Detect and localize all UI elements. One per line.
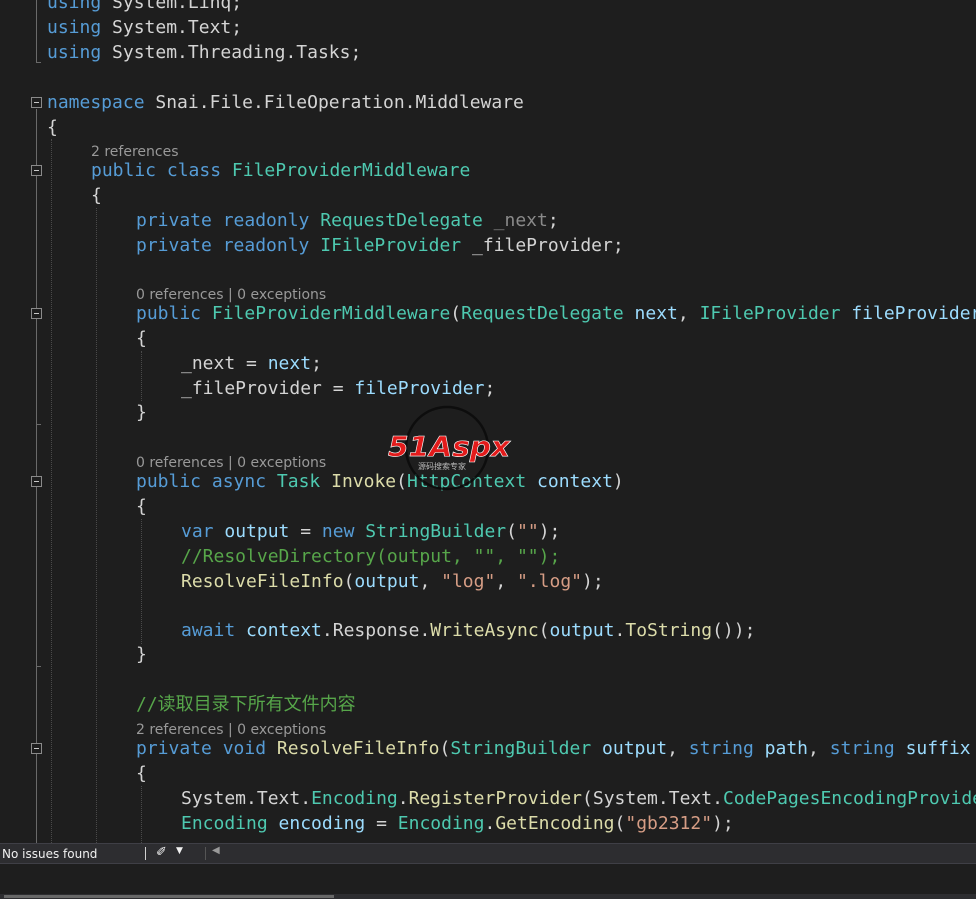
code-line: //读取目录下所有文件内容 — [136, 694, 356, 715]
editor-status-bar: No issues found ✐ ▼ ◀ — [0, 843, 976, 863]
indent-guide-namespace — [51, 139, 52, 843]
code-line: private void ResolveFileInfo(StringBuild… — [136, 738, 971, 759]
code-line: //ResolveDirectory(output, "", ""); — [181, 546, 561, 567]
code-line: } — [136, 402, 147, 423]
code-line: { — [136, 763, 147, 784]
scroll-divider — [205, 847, 206, 860]
code-line: public FileProviderMiddleware(RequestDel… — [136, 303, 976, 324]
code-line: { — [136, 496, 147, 517]
bottom-panel — [0, 863, 976, 899]
issues-status-text[interactable]: No issues found — [2, 846, 97, 862]
code-editor[interactable]: using System.Linq; using System.Text; us… — [0, 0, 976, 843]
fold-toggle-ctor[interactable] — [31, 308, 42, 319]
svg-text:51Aspx: 51Aspx — [388, 430, 511, 463]
code-line: { — [136, 328, 147, 349]
chevron-down-icon[interactable]: ▼ — [176, 846, 183, 856]
code-line: private readonly RequestDelegate _next; — [136, 210, 559, 231]
indent-guide-invoke — [141, 519, 142, 644]
code-line: { — [91, 185, 102, 206]
fold-toggle-class[interactable] — [31, 165, 42, 176]
code-line: _fileProvider = fileProvider; — [181, 378, 496, 399]
code-line: private readonly IFileProvider _fileProv… — [136, 235, 624, 256]
code-line: using System.Linq; — [47, 0, 243, 13]
code-line: await context.Response.WriteAsync(output… — [181, 620, 756, 641]
svg-text:源码搜索专家: 源码搜索专家 — [418, 461, 466, 471]
code-line: ResolveFileInfo(output, "log", ".log"); — [181, 571, 604, 592]
fold-toggle-invoke[interactable] — [31, 476, 42, 487]
code-line: public class FileProviderMiddleware — [91, 160, 471, 181]
code-line: public async Task Invoke(HttpContext con… — [136, 471, 624, 492]
code-line: namespace Snai.File.FileOperation.Middle… — [47, 92, 524, 113]
code-line: var output = new StringBuilder(""); — [181, 521, 561, 542]
code-line: _next = next; — [181, 353, 322, 374]
outline-tick-usings — [36, 62, 41, 63]
status-separator — [145, 847, 146, 860]
code-line: System.Text.Encoding.RegisterProvider(Sy… — [181, 788, 976, 809]
scroll-left-arrow-icon[interactable]: ◀ — [212, 845, 220, 856]
code-line: using System.Text; — [47, 17, 243, 38]
indent-guide-class — [96, 208, 97, 843]
code-line: { — [47, 117, 58, 138]
indent-guide-resolve — [141, 786, 142, 843]
indent-guide-ctor — [141, 351, 142, 401]
51aspx-watermark-logo: 51Aspx 源码搜索专家 — [388, 405, 511, 491]
fold-toggle-namespace[interactable] — [31, 97, 42, 108]
fold-toggle-resolve[interactable] — [31, 743, 42, 754]
outline-tick-invoke — [36, 666, 41, 667]
code-line: using System.Threading.Tasks; — [47, 42, 362, 63]
outline-line-usings — [36, 0, 37, 62]
outline-tick-ctor — [36, 424, 41, 425]
code-cleanup-broom-icon[interactable]: ✐ — [156, 845, 167, 860]
code-line: } — [136, 644, 147, 665]
code-line: Encoding encoding = Encoding.GetEncoding… — [181, 813, 734, 834]
